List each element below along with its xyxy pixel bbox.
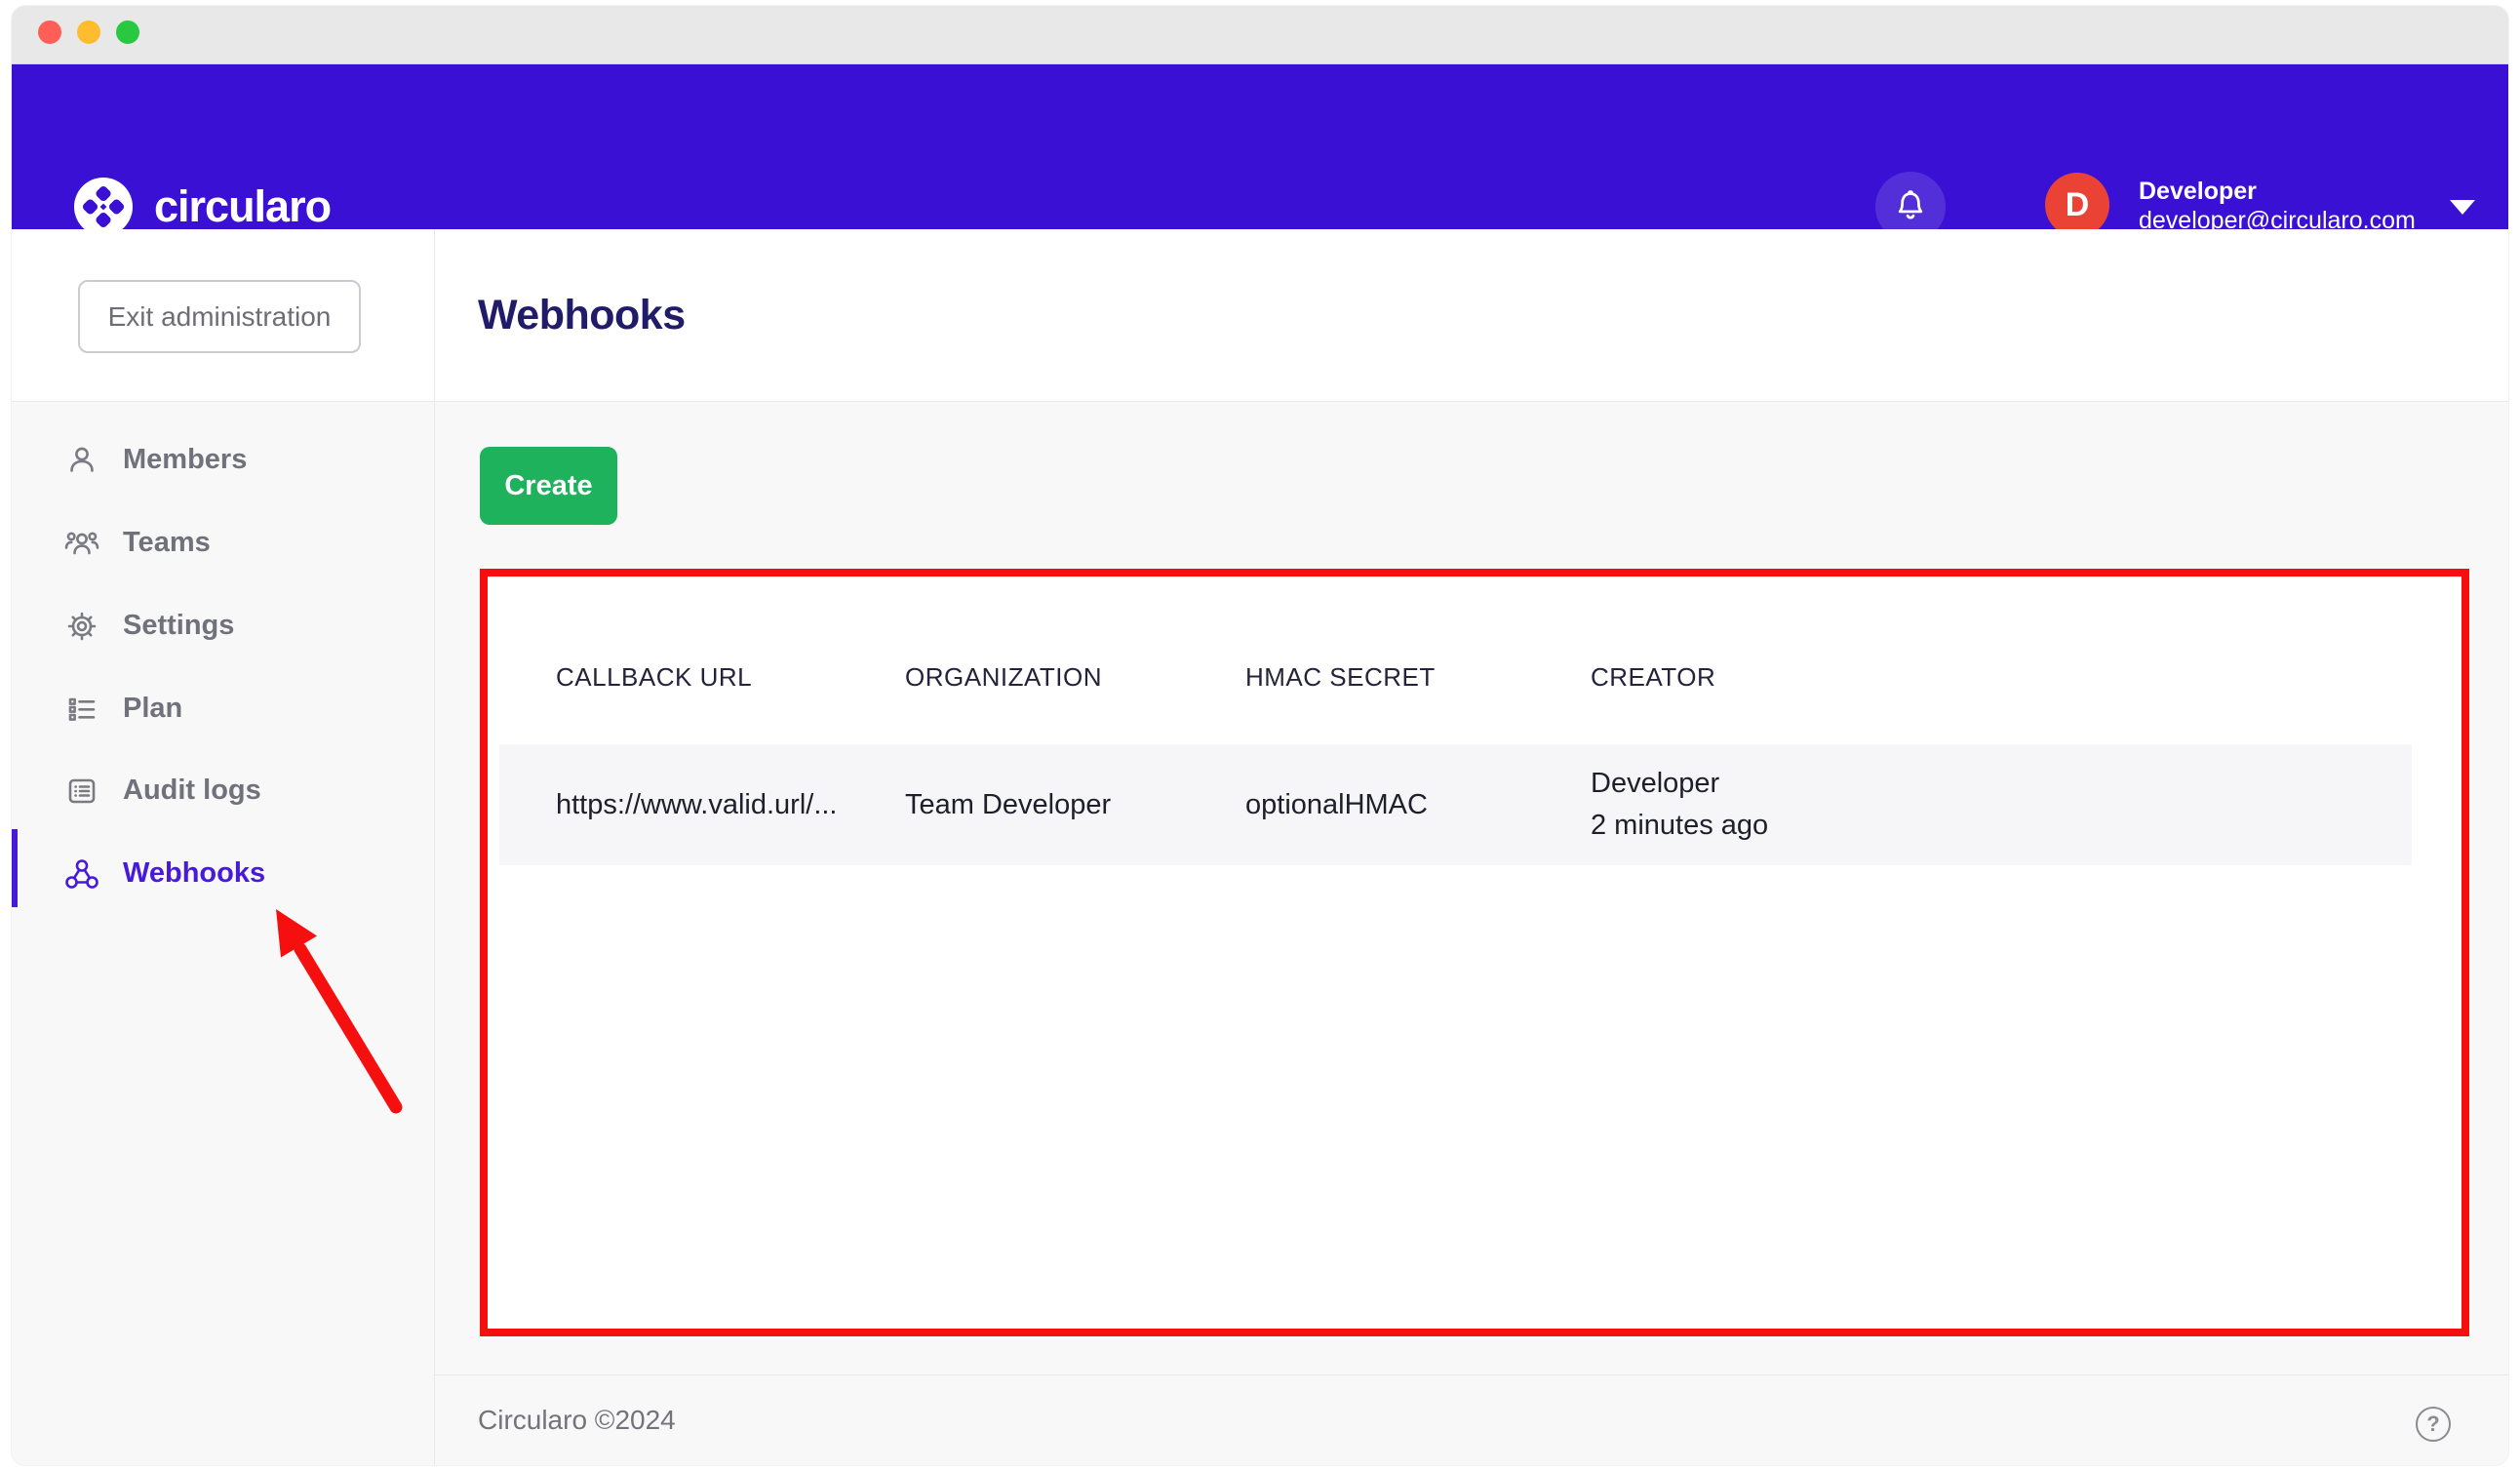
table-row[interactable]: https://www.valid.url/... Team Developer…	[499, 744, 2412, 865]
sub-header: Exit administration Webhooks	[12, 229, 2508, 402]
question-mark-icon: ?	[2426, 1411, 2439, 1437]
app-window: circularo D Developer developer@circular…	[12, 6, 2508, 1465]
creator-time: 2 minutes ago	[1591, 805, 2412, 847]
window-zoom-button[interactable]	[116, 20, 139, 44]
avatar: D	[2045, 173, 2109, 237]
webhooks-table: CALLBACK URL ORGANIZATION HMAC SECRET CR…	[480, 569, 2469, 1336]
exit-administration-button[interactable]: Exit administration	[78, 280, 361, 353]
column-header-organization: ORGANIZATION	[905, 662, 1245, 693]
list-icon	[62, 690, 101, 729]
sidebar-item-teams[interactable]: Teams	[12, 501, 434, 584]
sidebar-item-label: Members	[123, 444, 247, 476]
document-list-icon	[62, 772, 101, 811]
person-icon	[62, 441, 101, 480]
sidebar-item-label: Teams	[123, 527, 211, 559]
cell-organization: Team Developer	[905, 789, 1245, 821]
sidebar-item-webhooks[interactable]: Webhooks	[12, 832, 434, 915]
sidebar-item-plan[interactable]: Plan	[12, 667, 434, 750]
user-name: Developer	[2139, 177, 2416, 206]
creator-name: Developer	[1591, 763, 2412, 805]
create-button-label: Create	[504, 470, 592, 502]
user-info: Developer developer@circularo.com	[2139, 177, 2416, 235]
webhook-icon	[62, 855, 101, 894]
help-button[interactable]: ?	[2416, 1407, 2451, 1442]
column-header-callback-url: CALLBACK URL	[556, 662, 905, 693]
create-button[interactable]: Create	[480, 447, 617, 525]
cell-creator: Developer 2 minutes ago	[1591, 763, 2412, 847]
footer-divider	[434, 1374, 2508, 1375]
window-minimize-button[interactable]	[77, 20, 100, 44]
gear-icon	[62, 607, 101, 646]
active-nav-indicator	[12, 829, 18, 907]
sidebar-item-audit-logs[interactable]: Audit logs	[12, 749, 434, 832]
column-header-creator: CREATOR	[1591, 662, 2409, 693]
column-header-hmac-secret: HMAC SECRET	[1245, 662, 1591, 693]
exit-administration-label: Exit administration	[108, 301, 332, 333]
sidebar-item-members[interactable]: Members	[12, 418, 434, 501]
table-header-row: CALLBACK URL ORGANIZATION HMAC SECRET CR…	[556, 662, 2409, 693]
sidebar-item-label: Plan	[123, 693, 182, 725]
sidebar-item-settings[interactable]: Settings	[12, 584, 434, 667]
circularo-logo-icon	[74, 178, 133, 236]
bell-icon	[1890, 184, 1931, 230]
cell-hmac-secret: optionalHMAC	[1245, 789, 1591, 821]
chevron-down-icon	[2450, 200, 2475, 215]
sidebar-item-label: Webhooks	[123, 857, 265, 890]
avatar-initial: D	[2066, 186, 2090, 224]
people-icon	[62, 524, 101, 563]
sidebar-divider	[434, 229, 435, 1465]
copyright-text: Circularo ©2024	[478, 1405, 676, 1436]
window-title-bar	[12, 6, 2508, 64]
brand-name: circularo	[154, 179, 331, 234]
window-close-button[interactable]	[38, 20, 61, 44]
cell-callback-url: https://www.valid.url/...	[556, 789, 905, 821]
sidebar-item-label: Settings	[123, 610, 234, 642]
page-title: Webhooks	[478, 229, 686, 402]
sidebar-item-label: Audit logs	[123, 775, 261, 807]
app-header: circularo D Developer developer@circular…	[12, 64, 2508, 229]
